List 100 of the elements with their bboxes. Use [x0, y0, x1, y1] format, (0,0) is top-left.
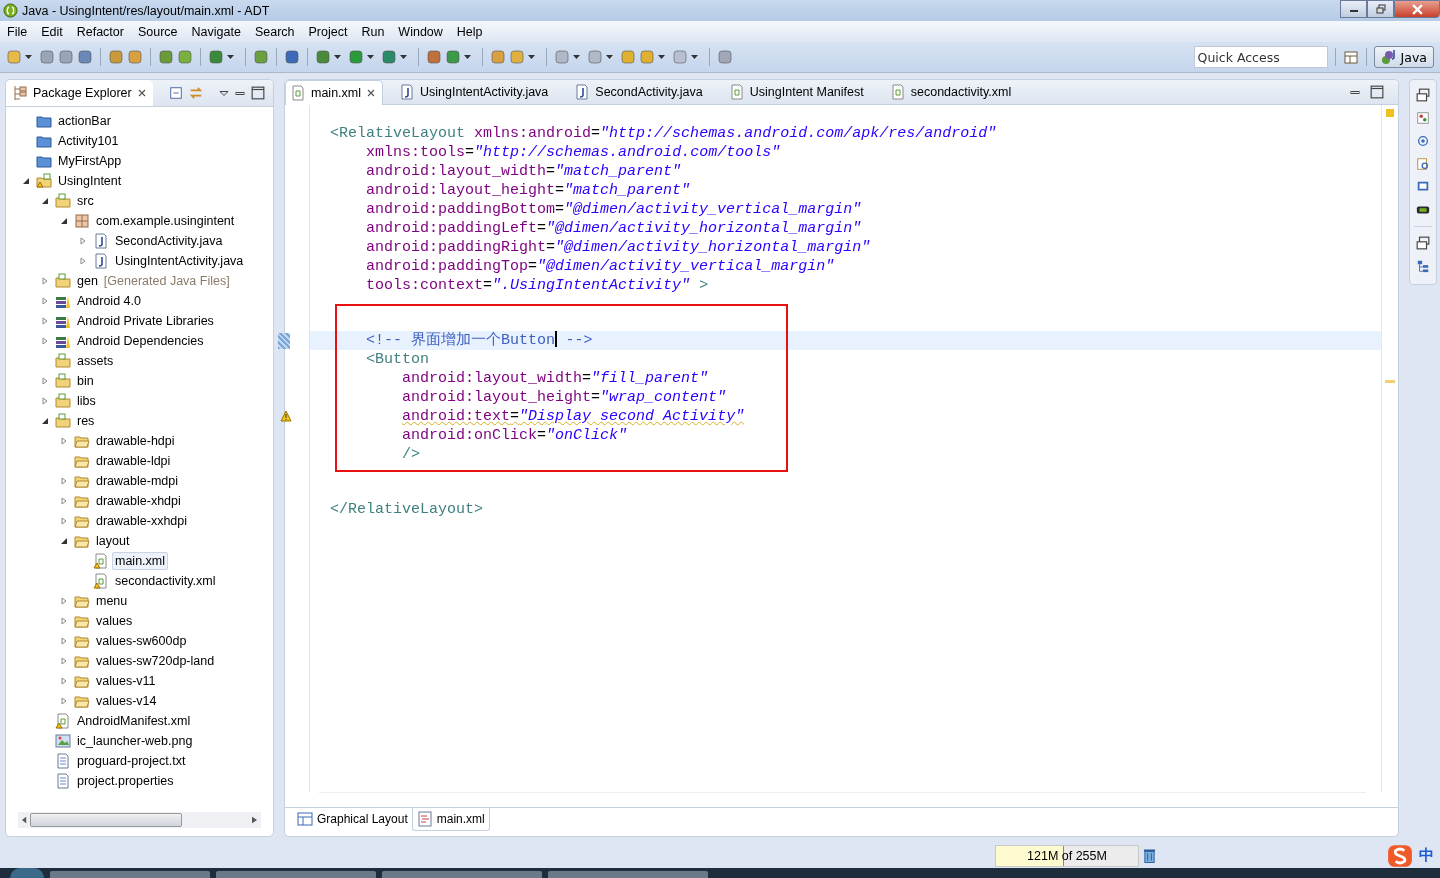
input-method-logo-icon[interactable]	[1387, 843, 1413, 868]
tree-item[interactable]: values-sw600dp	[93, 632, 190, 650]
expand-arrow-icon[interactable]	[60, 497, 68, 505]
editor-tab[interactable]: SecondActivity.java	[570, 80, 725, 104]
expand-arrow-icon[interactable]	[60, 617, 68, 625]
menu-title[interactable]: Refactor	[69, 24, 131, 39]
expand-arrow-icon[interactable]	[79, 237, 87, 245]
dropdown-caret-icon[interactable]	[573, 55, 580, 59]
scroll-thumb[interactable]	[30, 813, 182, 827]
collapse-arrow-icon[interactable]	[41, 417, 49, 425]
tree-item[interactable]: main.xml	[112, 552, 168, 570]
tree-item[interactable]: Android 4.0	[74, 292, 144, 310]
expand-arrow-icon[interactable]	[60, 637, 68, 645]
minimize-icon[interactable]	[235, 89, 245, 97]
perspective-button[interactable]: Java	[1373, 46, 1434, 68]
maximize-icon[interactable]	[251, 86, 265, 100]
tree-item[interactable]: drawable-hdpi	[93, 432, 178, 450]
expand-arrow-icon[interactable]	[60, 657, 68, 665]
expand-arrow-icon[interactable]	[41, 297, 49, 305]
tree-item[interactable]: MyFirstApp	[55, 152, 125, 170]
expand-arrow-icon[interactable]	[41, 277, 49, 285]
dropdown-caret-icon[interactable]	[367, 55, 374, 59]
tree-item[interactable]: AndroidManifest.xml	[74, 712, 194, 730]
editor-page-tab[interactable]: main.xml	[411, 808, 490, 831]
editor-tab[interactable]: main.xml	[285, 79, 383, 105]
editor-tab[interactable]: UsingIntentActivity.java	[395, 80, 571, 104]
tree-item[interactable]: values-v11	[93, 672, 159, 690]
tree-item[interactable]: menu	[93, 592, 131, 610]
tree-item[interactable]: secondactivity.xml	[112, 572, 219, 590]
dropdown-caret-icon[interactable]	[606, 55, 613, 59]
tree-item[interactable]: drawable-xxhdpi	[93, 512, 191, 530]
expand-arrow-icon[interactable]	[60, 677, 68, 685]
menu-title[interactable]: Search	[247, 24, 302, 39]
expand-arrow-icon[interactable]	[60, 437, 68, 445]
menu-title[interactable]: Navigate	[184, 24, 248, 39]
tree-item[interactable]: values-sw720dp-land	[93, 652, 218, 670]
tree-item[interactable]: drawable-ldpi	[93, 452, 174, 470]
tree-item[interactable]: Activity101	[55, 132, 122, 150]
quick-access-field[interactable]: Quick Access	[1193, 46, 1328, 68]
expand-arrow-icon[interactable]	[41, 397, 49, 405]
tree-item[interactable]: values-v14	[93, 692, 160, 710]
tree-item[interactable]: SecondActivity.java	[112, 232, 226, 250]
menu-title[interactable]: Window	[391, 24, 450, 39]
close-icon[interactable]	[366, 87, 376, 98]
expand-arrow-icon[interactable]	[60, 477, 68, 485]
restore-icon[interactable]	[1416, 236, 1430, 250]
console-icon[interactable]	[1416, 180, 1430, 194]
dropdown-caret-icon[interactable]	[25, 55, 32, 59]
trash-icon[interactable]	[1143, 847, 1156, 864]
expand-arrow-icon[interactable]	[41, 377, 49, 385]
tree-item[interactable]: UsingIntentActivity.java	[112, 252, 247, 270]
menu-title[interactable]: Help	[449, 24, 490, 39]
menu-title[interactable]: Source	[130, 24, 185, 39]
collapse-all-icon[interactable]	[168, 86, 183, 100]
expand-arrow-icon[interactable]	[60, 697, 68, 705]
tree-item[interactable]: drawable-xhdpi	[93, 492, 184, 510]
tree-item[interactable]: layout	[93, 532, 133, 550]
tree-item[interactable]: src	[74, 192, 97, 210]
collapse-arrow-icon[interactable]	[60, 217, 68, 225]
scroll-left-icon[interactable]	[22, 816, 27, 824]
menu-title[interactable]: Edit	[34, 24, 70, 39]
collapse-arrow-icon[interactable]	[41, 197, 49, 205]
editor-tab[interactable]: secondactivity.xml	[885, 80, 1034, 104]
expand-arrow-icon[interactable]	[60, 597, 68, 605]
collapse-arrow-icon[interactable]	[22, 177, 30, 185]
view-tab[interactable]: Package Explorer	[6, 80, 153, 106]
close-button[interactable]	[1394, 0, 1440, 18]
outline-icon[interactable]	[1416, 111, 1430, 125]
menu-title[interactable]: Project	[301, 24, 355, 39]
open-perspective-icon[interactable]	[1342, 49, 1359, 65]
editor-tab[interactable]: UsingIntent Manifest	[724, 80, 886, 104]
minimize-icon[interactable]	[1350, 88, 1360, 96]
heap-status[interactable]: 121M of 255M	[995, 844, 1139, 867]
dropdown-caret-icon[interactable]	[464, 55, 471, 59]
tree-item[interactable]: com.example.usingintent	[93, 212, 238, 230]
tree-item[interactable]: Android Private Libraries	[74, 312, 217, 330]
expand-arrow-icon[interactable]	[41, 337, 49, 345]
start-button[interactable]	[10, 868, 44, 878]
tree-item[interactable]: ic_launcher-web.png	[74, 732, 196, 750]
view-menu-icon[interactable]	[219, 89, 229, 97]
close-icon[interactable]	[136, 88, 147, 98]
tree-item[interactable]: proguard-project.txt	[74, 752, 189, 770]
dropdown-caret-icon[interactable]	[528, 55, 535, 59]
dropdown-caret-icon[interactable]	[691, 55, 698, 59]
tree-item[interactable]: UsingIntent	[55, 172, 125, 190]
tree-item[interactable]: values	[93, 612, 136, 630]
maximize-button[interactable]	[1367, 0, 1394, 18]
dropdown-caret-icon[interactable]	[334, 55, 341, 59]
link-editor-icon[interactable]	[188, 86, 203, 100]
menu-title[interactable]: Run	[354, 24, 392, 39]
expand-arrow-icon[interactable]	[60, 517, 68, 525]
tree-item[interactable]: gen	[74, 272, 101, 290]
scroll-right-icon[interactable]	[252, 816, 257, 824]
dropdown-caret-icon[interactable]	[658, 55, 665, 59]
restore-icon[interactable]	[1416, 88, 1430, 102]
minimize-button[interactable]	[1340, 0, 1367, 18]
expand-arrow-icon[interactable]	[41, 317, 49, 325]
expand-arrow-icon[interactable]	[79, 257, 87, 265]
collapse-arrow-icon[interactable]	[60, 537, 68, 545]
tree-item[interactable]: project.properties	[74, 772, 177, 790]
